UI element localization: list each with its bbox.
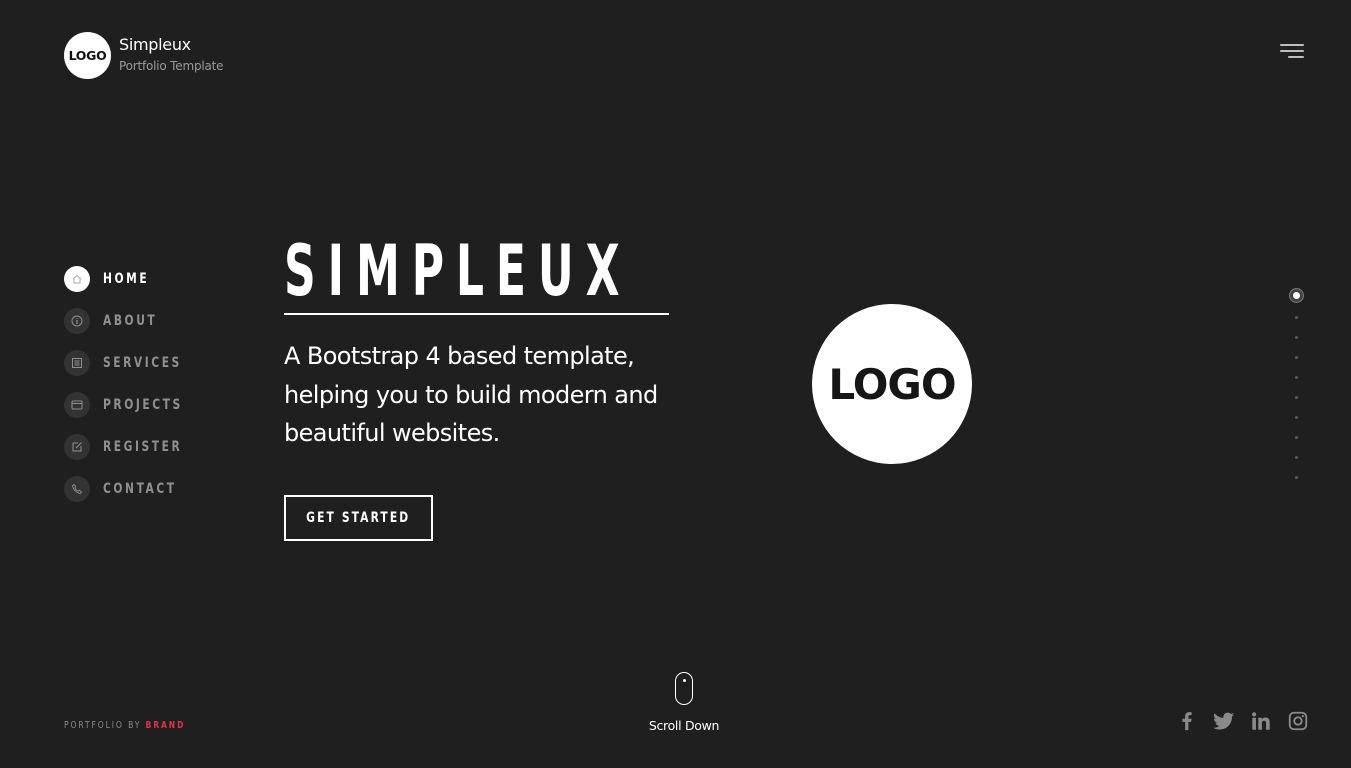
pagination-dot[interactable] <box>1288 447 1304 467</box>
hero-section: SIMPLEUX A Bootstrap 4 based template, h… <box>284 232 684 541</box>
dot-marker <box>1294 355 1298 359</box>
get-started-label: GET STARTED <box>306 509 411 526</box>
dot-marker <box>1294 435 1298 439</box>
hero-title: SIMPLEUX <box>284 230 632 312</box>
nav-item-services[interactable]: SERVICES <box>64 350 197 376</box>
pagination-dot[interactable] <box>1288 287 1304 303</box>
nav-item-contact[interactable]: CONTACT <box>64 476 197 502</box>
info-icon <box>64 308 90 334</box>
brand-logo: LOGO <box>64 32 111 79</box>
pagination-dot[interactable] <box>1288 327 1304 347</box>
site-tagline: Portfolio Template <box>119 58 224 73</box>
nav-item-register[interactable]: REGISTER <box>64 434 197 460</box>
dot-marker <box>1294 315 1298 319</box>
get-started-button[interactable]: GET STARTED <box>284 494 433 541</box>
nav-label: PROJECTS <box>103 397 183 413</box>
twitter-link[interactable] <box>1211 708 1237 734</box>
social-links <box>1174 708 1311 734</box>
dot-marker <box>1294 455 1298 459</box>
side-nav: HOME ABOUT SERVICES PROJECTS REGISTER CO… <box>64 266 197 518</box>
phone-icon <box>64 476 90 502</box>
facebook-link[interactable] <box>1174 708 1200 734</box>
list-icon <box>64 350 90 376</box>
linkedin-icon <box>1252 712 1270 730</box>
mouse-icon <box>675 672 693 705</box>
nav-label: SERVICES <box>103 355 182 371</box>
nav-item-about[interactable]: ABOUT <box>64 308 197 334</box>
instagram-link[interactable] <box>1285 708 1311 734</box>
browser-window-icon <box>64 392 90 418</box>
linkedin-link[interactable] <box>1248 708 1274 734</box>
nav-item-projects[interactable]: PROJECTS <box>64 392 197 418</box>
pagination-dot[interactable] <box>1288 347 1304 367</box>
page: LOGO Simpleux Portfolio Template HOME AB… <box>0 0 1351 768</box>
home-icon <box>64 266 90 292</box>
menu-line <box>1280 50 1304 52</box>
pagination-dot[interactable] <box>1288 427 1304 447</box>
pagination-dot[interactable] <box>1288 307 1304 327</box>
nav-label: ABOUT <box>103 313 158 329</box>
dot-marker <box>1294 415 1298 419</box>
facebook-icon <box>1182 712 1192 731</box>
instagram-icon <box>1288 711 1308 731</box>
pagination-dot[interactable] <box>1288 387 1304 407</box>
nav-label: HOME <box>103 271 150 287</box>
hamburger-menu-icon[interactable] <box>1278 42 1306 62</box>
credit-brand-link[interactable]: BRAND <box>146 720 186 731</box>
edit-icon <box>64 434 90 460</box>
brand-text: Simpleux Portfolio Template <box>119 34 224 75</box>
title-underline <box>284 313 669 315</box>
menu-line <box>1288 56 1304 58</box>
dot-marker <box>1294 375 1298 379</box>
nav-label: REGISTER <box>103 439 183 455</box>
scroll-down-label: Scroll Down <box>648 718 720 733</box>
pagination-dot[interactable] <box>1288 367 1304 387</box>
dot-marker <box>1289 288 1303 302</box>
dot-marker <box>1294 475 1298 479</box>
dot-marker <box>1294 335 1298 339</box>
brand-link[interactable]: LOGO Simpleux Portfolio Template <box>64 32 224 79</box>
credit-prefix: PORTFOLIO BY <box>64 720 146 731</box>
nav-label: CONTACT <box>103 481 177 497</box>
pagination-dot[interactable] <box>1288 467 1304 487</box>
section-pagination <box>1288 287 1304 487</box>
twitter-icon <box>1213 712 1235 730</box>
site-name: Simpleux <box>119 34 191 54</box>
footer-credit: PORTFOLIO BY BRAND <box>64 720 185 731</box>
nav-item-home[interactable]: HOME <box>64 266 197 292</box>
hero-logo: LOGO <box>812 304 972 464</box>
scroll-down-button[interactable]: Scroll Down <box>640 672 728 733</box>
pagination-dot[interactable] <box>1288 407 1304 427</box>
menu-line <box>1280 44 1304 46</box>
dot-marker <box>1294 395 1298 399</box>
hero-lead: A Bootstrap 4 based template, helping yo… <box>284 342 658 447</box>
